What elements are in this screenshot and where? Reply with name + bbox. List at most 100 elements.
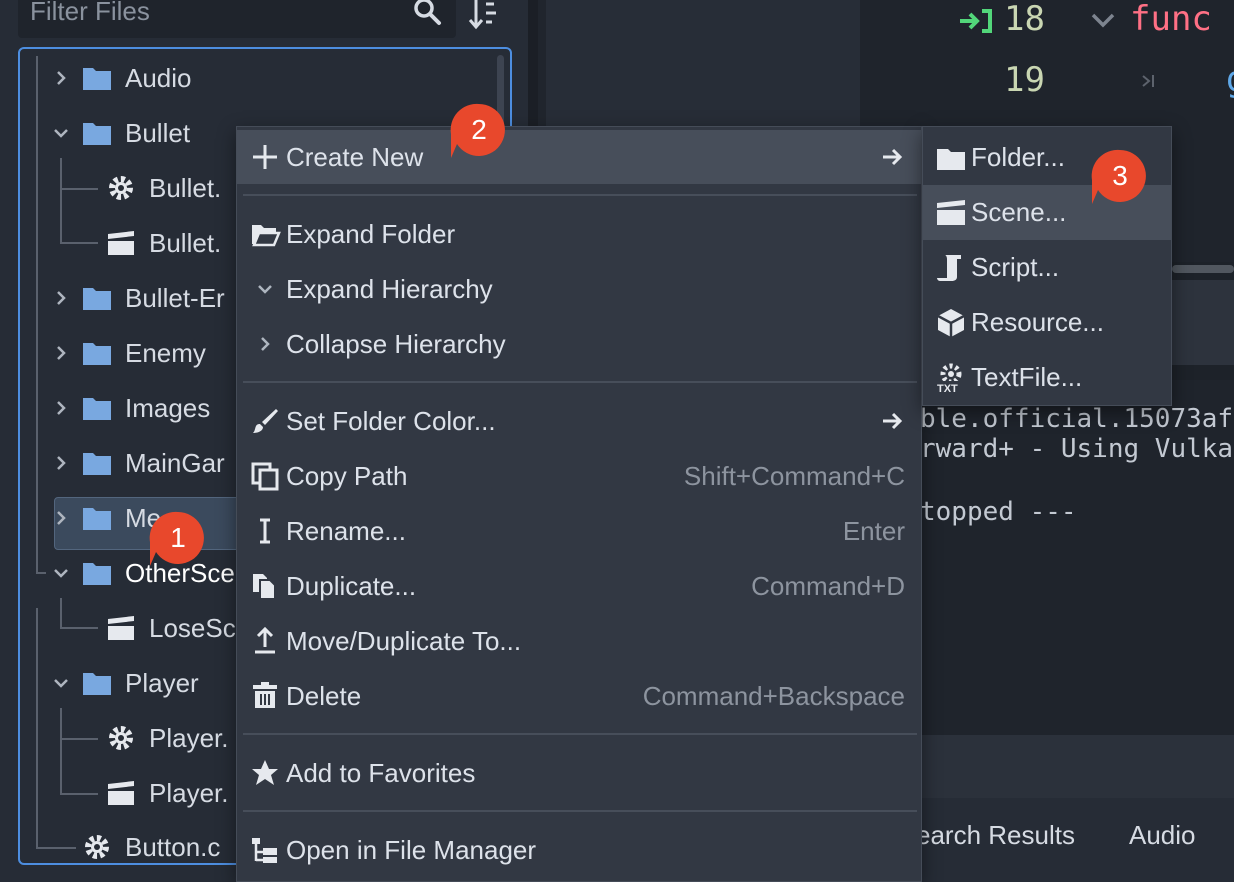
- step-badge-number: 2: [471, 114, 487, 145]
- chevron-down-icon[interactable]: [52, 564, 70, 582]
- menu-item-label: Duplicate...: [286, 570, 417, 601]
- tree-item-label: Button.c: [125, 831, 221, 862]
- folder-icon: [83, 563, 111, 585]
- submenu-item-resource[interactable]: Resource...: [923, 295, 1171, 350]
- tab-audio[interactable]: Audio: [1129, 820, 1196, 851]
- menu-item-shortcut: Shift+Command+C: [683, 460, 905, 491]
- chevron-down-icon[interactable]: [52, 124, 70, 142]
- menu-item-label: Create New: [286, 141, 424, 172]
- tree-item-label: Enemy: [125, 337, 206, 368]
- copy-icon: [251, 462, 279, 491]
- sort-icon[interactable]: [466, 0, 502, 34]
- menu-item-label: Expand Hierarchy: [286, 273, 493, 304]
- tree-item-label: Player.: [149, 722, 229, 753]
- trash-icon: [253, 682, 277, 708]
- tree-item-label: Bullet.: [149, 172, 222, 203]
- plus-icon: [253, 145, 277, 169]
- menu-item-label: Delete: [286, 680, 362, 711]
- code-text: g: [1226, 60, 1234, 100]
- tree-item-label: MainGar: [125, 447, 225, 478]
- line-number: 19: [1004, 60, 1045, 100]
- tree-item-label: Bullet: [125, 117, 191, 148]
- tree-item-label: Images: [125, 392, 211, 423]
- context-menu: Create New Expand Folder Expand Hierarch…: [236, 126, 922, 882]
- folder-icon: [83, 123, 111, 145]
- menu-item-label: Move/Duplicate To...: [286, 625, 522, 656]
- line-number: 18: [1004, 0, 1045, 39]
- menu-item-label: Copy Path: [286, 460, 408, 491]
- horizontal-scrollbar[interactable]: [1172, 265, 1234, 273]
- folder-icon: [83, 68, 111, 90]
- resource-icon: [937, 308, 965, 337]
- menu-item-add-favorites[interactable]: Add to Favorites: [237, 746, 921, 800]
- textfile-icon: TXT: [936, 363, 966, 394]
- submenu-item-label: Scene...: [971, 197, 1067, 227]
- folder-icon: [83, 453, 111, 475]
- menu-item-label: Rename...: [286, 515, 406, 546]
- script-icon: [937, 254, 961, 281]
- folder-icon: [83, 398, 111, 420]
- menu-separator: [243, 810, 917, 812]
- tree-item-label: LoseSc: [149, 612, 236, 643]
- code-keyword: func: [1130, 0, 1212, 39]
- submenu-item-script[interactable]: Script...: [923, 240, 1171, 295]
- chevron-right-icon[interactable]: [52, 344, 70, 362]
- filter-files-input[interactable]: Filter Files: [18, 0, 456, 38]
- folder-icon: [83, 343, 111, 365]
- menu-item-create-new[interactable]: Create New: [237, 130, 921, 184]
- gear-icon: [109, 176, 133, 200]
- output-line: topped ---: [920, 497, 1077, 527]
- chevron-right-icon: [261, 337, 270, 351]
- chevron-right-icon[interactable]: [52, 399, 70, 417]
- menu-item-expand-folder[interactable]: Expand Folder: [237, 207, 921, 261]
- chevron-down-icon: [258, 285, 272, 294]
- menu-item-copy-path[interactable]: Copy Path Shift+Command+C: [237, 449, 921, 503]
- star-icon: [252, 760, 278, 785]
- submenu-item-label: Folder...: [971, 142, 1065, 172]
- submenu-item-textfile[interactable]: TXT TextFile...: [923, 350, 1171, 405]
- menu-item-open-file-manager[interactable]: Open in File Manager: [237, 823, 921, 877]
- menu-item-rename[interactable]: Rename... Enter: [237, 504, 921, 558]
- chevron-right-icon[interactable]: [52, 454, 70, 472]
- folder-icon: [83, 508, 111, 530]
- menu-item-collapse-hierarchy[interactable]: Collapse Hierarchy: [237, 317, 921, 371]
- menu-item-label: Collapse Hierarchy: [286, 328, 506, 359]
- scene-icon: [937, 199, 965, 225]
- fold-chevron-icon[interactable]: [1090, 10, 1116, 30]
- gear-icon: [85, 835, 109, 859]
- menu-item-move-duplicate[interactable]: Move/Duplicate To...: [237, 614, 921, 668]
- file-manager-icon: [252, 838, 277, 863]
- step-badge-1: 1: [149, 511, 204, 566]
- menu-item-label: Add to Favorites: [286, 757, 476, 788]
- folder-open-icon: [252, 225, 281, 247]
- folder-icon: [83, 288, 111, 310]
- tree-item-audio[interactable]: Audio: [0, 53, 480, 103]
- folder-icon: [937, 148, 965, 170]
- search-icon[interactable]: [412, 0, 442, 26]
- menu-item-set-folder-color[interactable]: Set Folder Color...: [237, 394, 921, 448]
- chevron-right-icon[interactable]: [52, 509, 70, 527]
- menu-item-shortcut: Enter: [842, 515, 905, 546]
- chevron-down-icon[interactable]: [52, 674, 70, 692]
- menu-item-duplicate[interactable]: Duplicate... Command+D: [237, 559, 921, 613]
- filter-placeholder: Filter Files: [30, 0, 150, 26]
- gear-icon: [109, 726, 133, 750]
- chevron-right-icon[interactable]: [52, 289, 70, 307]
- svg-text:TXT: TXT: [937, 383, 958, 394]
- tab-search-results[interactable]: earch Results: [916, 820, 1075, 851]
- menu-item-expand-hierarchy[interactable]: Expand Hierarchy: [237, 262, 921, 316]
- submenu-arrow-icon: [883, 148, 903, 166]
- menu-item-delete[interactable]: Delete Command+Backspace: [237, 669, 921, 723]
- step-badge-number: 1: [170, 522, 186, 553]
- scene-icon: [108, 231, 134, 255]
- folder-icon: [83, 673, 111, 695]
- output-line: ble.official.15073af: [920, 404, 1234, 434]
- chevron-right-icon[interactable]: [52, 69, 70, 87]
- menu-item-shortcut: Command+D: [751, 570, 905, 601]
- step-badge-2: 2: [450, 103, 505, 158]
- menu-separator: [243, 194, 917, 196]
- scene-icon: [108, 616, 134, 640]
- breakpoint-arrow-icon: [960, 9, 992, 33]
- submenu-item-label: TextFile...: [971, 362, 1083, 392]
- tree-item-label: Player.: [149, 777, 229, 808]
